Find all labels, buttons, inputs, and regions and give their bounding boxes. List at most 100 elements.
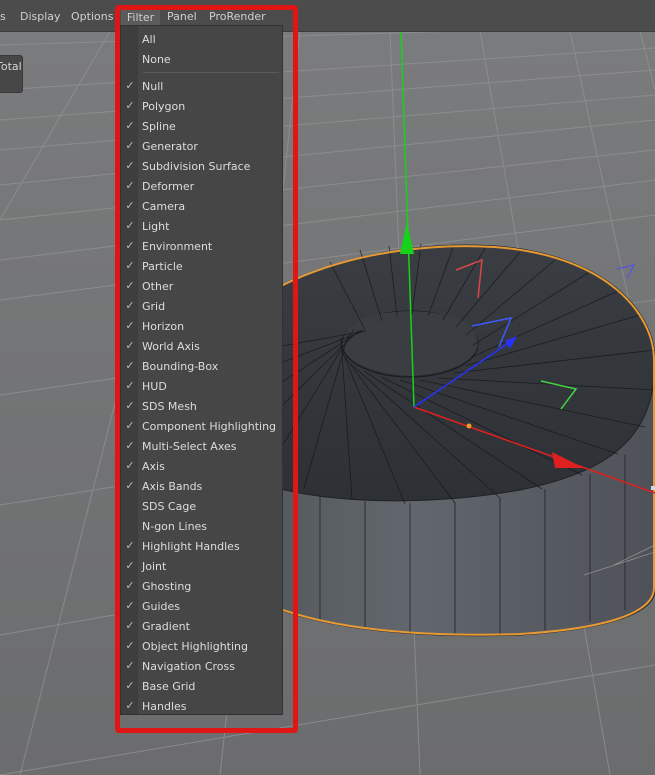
check-icon: ✓ [125,659,135,672]
filter-menu-item-joint[interactable]: ✓ Joint [121,557,282,577]
menu-item-label: Horizon [142,320,185,333]
menu-item-label: Ghosting [142,580,192,593]
filter-menu-item-guides[interactable]: ✓ Guides [121,597,282,617]
axis-end-marker [651,486,655,490]
check-icon: ✓ [125,479,135,492]
menu-item-label: Component Highlighting [142,420,277,433]
check-icon: ✓ [125,699,135,712]
menu-item-label: Spline [142,120,176,133]
filter-menu-item-navigation-cross[interactable]: ✓ Navigation Cross [121,657,282,677]
check-icon: ✓ [125,239,135,252]
total-panel-tab[interactable]: Total [0,55,23,93]
menu-item-options[interactable]: Options [71,9,113,25]
filter-menu-item-none[interactable]: None [121,50,282,70]
check-icon: ✓ [125,219,135,232]
menu-item-label: All [142,33,156,46]
check-icon: ✓ [125,439,135,452]
menu-item-label: Bounding-Box [142,360,219,373]
check-icon: ✓ [125,599,135,612]
menu-item-label: Environment [142,240,213,253]
menu-item-label: Null [142,80,164,93]
filter-menu-item-ghosting[interactable]: ✓ Ghosting [121,577,282,597]
check-icon: ✓ [125,419,135,432]
menu-item-label: Other [142,280,174,293]
check-icon: ✓ [125,179,135,192]
check-icon: ✓ [125,99,135,112]
menu-item-label: Axis [142,460,165,473]
menu-item-label: Generator [142,140,198,153]
check-icon: ✓ [125,299,135,312]
filter-menu-item-n-gon-lines[interactable]: N-gon Lines [121,517,282,537]
menu-item-label: SDS Cage [142,500,197,513]
filter-menu-item-component-highlighting[interactable]: ✓ Component Highlighting [121,417,282,437]
filter-menu-item-deformer[interactable]: ✓ Deformer [121,177,282,197]
filter-menu-item-world-axis[interactable]: ✓ World Axis [121,337,282,357]
menu-item-display[interactable]: Display [20,9,61,25]
check-icon [125,519,135,533]
filter-menu-item-hud[interactable]: ✓ HUD [121,377,282,397]
filter-menu-item-object-highlighting[interactable]: ✓ Object Highlighting [121,637,282,657]
check-icon: ✓ [125,459,135,472]
check-icon [125,499,135,513]
total-label: Total [0,60,22,73]
check-icon: ✓ [125,359,135,372]
filter-menu-item-horizon[interactable]: ✓ Horizon [121,317,282,337]
check-icon: ✓ [125,679,135,692]
filter-menu-item-polygon[interactable]: ✓ Polygon [121,97,282,117]
menu-item-prorender[interactable]: ProRender [209,9,266,25]
filter-menu-item-sds-cage[interactable]: SDS Cage [121,497,282,517]
menu-item-label: N-gon Lines [142,520,208,533]
check-icon: ✓ [125,139,135,152]
filter-menu-item-base-grid[interactable]: ✓ Base Grid [121,677,282,697]
filter-menu-item-spline[interactable]: ✓ Spline [121,117,282,137]
filter-menu-item-sds-mesh[interactable]: ✓ SDS Mesh [121,397,282,417]
check-icon: ✓ [125,619,135,632]
cinema4d-viewport-window: s Display Options Filter Panel ProRender… [0,0,655,775]
check-icon: ✓ [125,79,135,92]
menu-item-partial[interactable]: s [0,9,6,25]
menu-item-label: Camera [142,200,186,213]
menu-item-label: World Axis [142,340,200,353]
filter-menu-item-gradient[interactable]: ✓ Gradient [121,617,282,637]
menu-separator [143,72,279,73]
menu-item-label: Object Highlighting [142,640,248,653]
filter-menu-item-subdivision-surface[interactable]: ✓ Subdivision Surface [121,157,282,177]
menu-item-label: Joint [142,560,167,573]
filter-menu-item-light[interactable]: ✓ Light [121,217,282,237]
filter-menu-item-environment[interactable]: ✓ Environment [121,237,282,257]
menu-item-label: Base Grid [142,680,196,693]
filter-menu-item-handles[interactable]: ✓ Handles [121,697,282,717]
check-icon: ✓ [125,199,135,212]
filter-menu-item-generator[interactable]: ✓ Generator [121,137,282,157]
filter-dropdown-menu: All None ✓ Null ✓ Polygon ✓ Spline ✓ Generator ✓ Su… [120,25,283,715]
check-icon: ✓ [125,319,135,332]
menu-item-label: Highlight Handles [142,540,240,553]
menu-item-label: Particle [142,260,183,273]
check-icon: ✓ [125,339,135,352]
filter-menu-item-axis-bands[interactable]: ✓ Axis Bands [121,477,282,497]
menu-item-label: None [142,53,171,66]
filter-menu-item-multi-select-axes[interactable]: ✓ Multi-Select Axes [121,437,282,457]
filter-menu-item-axis[interactable]: ✓ Axis [121,457,282,477]
menu-item-label: Gradient [142,620,190,633]
filter-menu-item-bounding-box[interactable]: ✓ Bounding-Box [121,357,282,377]
filter-menu-item-particle[interactable]: ✓ Particle [121,257,282,277]
check-icon [125,52,135,66]
menu-item-label: SDS Mesh [142,400,197,413]
menu-item-label: Subdivision Surface [142,160,251,173]
check-icon: ✓ [125,279,135,292]
check-icon: ✓ [125,159,135,172]
filter-menu-item-null[interactable]: ✓ Null [121,77,282,97]
menu-item-label: Handles [142,700,187,713]
menu-item-label: Light [142,220,170,233]
filter-menu-item-all[interactable]: All [121,30,282,50]
filter-menu-item-other[interactable]: ✓ Other [121,277,282,297]
check-icon: ✓ [125,539,135,552]
menu-item-label: Polygon [142,100,186,113]
menu-item-panel[interactable]: Panel [167,9,197,25]
filter-menu-item-camera[interactable]: ✓ Camera [121,197,282,217]
menu-item-label: Axis Bands [142,480,203,493]
filter-menu-item-highlight-handles[interactable]: ✓ Highlight Handles [121,537,282,557]
3d-viewport[interactable] [0,0,655,775]
filter-menu-item-grid[interactable]: ✓ Grid [121,297,282,317]
